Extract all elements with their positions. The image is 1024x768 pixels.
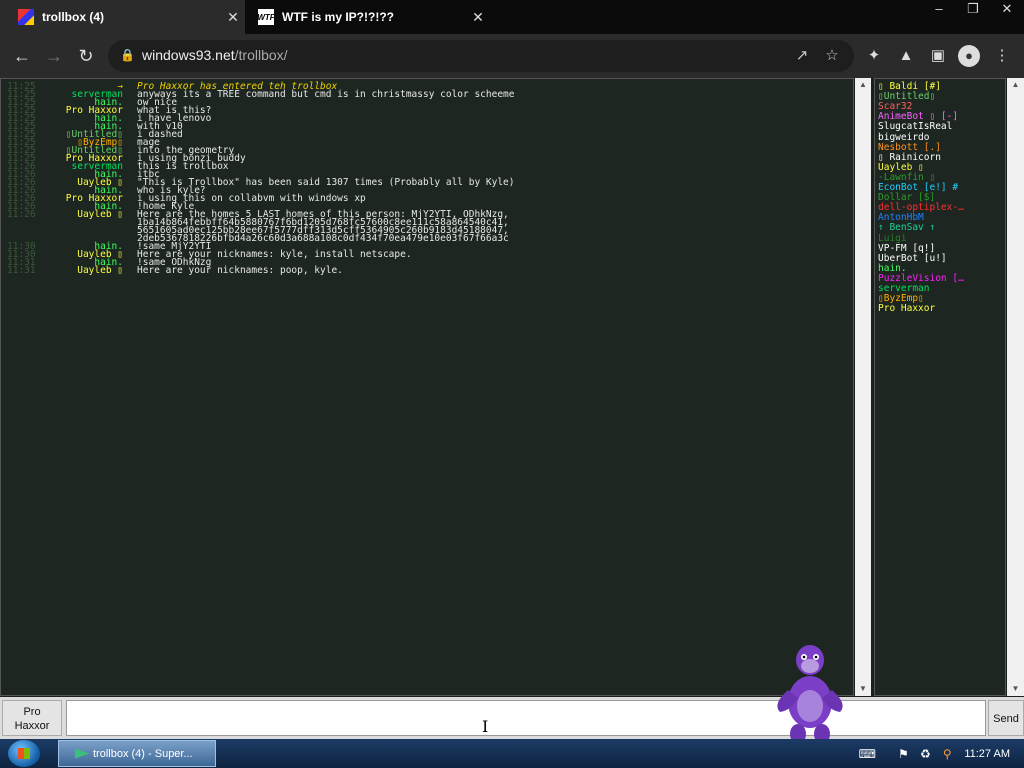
search-icon[interactable]: ⚲ bbox=[938, 745, 956, 763]
url-host: windows93.net bbox=[142, 47, 235, 63]
message-nick[interactable]: Uayleb ▯ bbox=[77, 210, 123, 220]
message-time: 11:31 bbox=[7, 265, 36, 276]
user-list-item[interactable]: Luigi bbox=[878, 233, 907, 244]
minimize-button[interactable]: – bbox=[922, 0, 956, 20]
message-time: 11:26 bbox=[7, 209, 36, 220]
taskbar-item-label: trollbox (4) - Super... bbox=[93, 747, 193, 760]
tab-trollbox[interactable]: trollbox (4) ✕ bbox=[0, 0, 245, 34]
start-button[interactable] bbox=[8, 740, 40, 767]
extensions-icon[interactable]: ✦ bbox=[862, 44, 886, 68]
tab-wtf-is-my-ip[interactable]: WTF WTF is my IP?!?!?? ✕ bbox=[250, 0, 490, 34]
chat-message: 11:30 Uayleb ▯ Here are your nicknames: ky… bbox=[1, 250, 851, 260]
chat-message: 11:30 hain. !same MjY2YTI bbox=[1, 242, 851, 252]
chat-message: 11:25 hain. with v10 bbox=[1, 122, 851, 132]
chat-message: 11:25 hain. i have lenovo bbox=[1, 114, 851, 124]
user-list-item[interactable]: SlugcatIsReal bbox=[878, 122, 952, 132]
share-icon[interactable]: ↗ bbox=[792, 46, 812, 66]
sidepanel-icon[interactable]: ▣ bbox=[926, 44, 950, 68]
reload-icon[interactable]: ↻ bbox=[74, 44, 98, 68]
message-nick[interactable]: Uayleb ▯ bbox=[77, 266, 123, 276]
clock[interactable]: 11:27 AM bbox=[964, 748, 1010, 760]
message-input-row: Pro Haxxor Send bbox=[0, 697, 1024, 739]
chat-message: 11:31 hain. !same ODhkNzg bbox=[1, 258, 851, 268]
users-scrollbar[interactable]: ▲ ▼ bbox=[1007, 78, 1024, 696]
close-icon[interactable]: ✕ bbox=[466, 9, 490, 26]
star-icon[interactable]: ☆ bbox=[822, 46, 842, 66]
text-cursor-icon: I bbox=[482, 717, 489, 736]
close-icon[interactable]: ✕ bbox=[221, 9, 245, 26]
chat-message: 11:25 serverman anyways its a TREE command… bbox=[1, 89, 851, 100]
chat-message: 11:25 ▯Untitled▯ i dashed bbox=[1, 130, 851, 140]
bonzi-buddy-character[interactable] bbox=[768, 636, 852, 748]
chat-message: 11:25 Pro Haxxor i using bonzi buddy bbox=[1, 154, 851, 164]
chat-message: 11:26 Pro Haxxor i using this on collabvm … bbox=[1, 194, 851, 204]
restore-button[interactable]: ❐ bbox=[956, 0, 990, 20]
scroll-down-icon[interactable]: ▼ bbox=[855, 682, 871, 696]
chat-message: 11:25 ▯Untitled▯ into the geometry bbox=[1, 146, 851, 156]
flag-icon[interactable]: ⚑ bbox=[894, 745, 912, 763]
profile-avatar-icon[interactable]: ● bbox=[958, 45, 982, 69]
back-icon[interactable]: ← bbox=[10, 44, 34, 68]
nickname-button[interactable]: Pro Haxxor bbox=[2, 700, 62, 736]
message-text: Here are your nicknames: poop, kyle. bbox=[137, 265, 343, 276]
user-list-item[interactable]: bigweirdo bbox=[878, 132, 929, 143]
chat-message: 11:26 Uayleb ▯ "This is Trollbox" has been… bbox=[1, 178, 851, 188]
system-tray: ⌨ ⚑ ♻ ⚲ 11:27 AM bbox=[856, 739, 1024, 768]
scroll-up-icon[interactable]: ▲ bbox=[1007, 78, 1024, 92]
taskbar: trollbox (4) - Super... ⌨ ⚑ ♻ ⚲ 11:27 AM bbox=[0, 739, 1024, 768]
nickname-line: Haxxor bbox=[14, 720, 50, 732]
app-icon bbox=[75, 748, 89, 759]
tab-label: trollbox (4) bbox=[42, 10, 104, 24]
chat-message: 11:25 Pro Haxxor what is this? bbox=[1, 106, 851, 116]
chat-log[interactable]: 11:25 → Pro Haxxor has entered teh trollbo… bbox=[0, 78, 854, 696]
user-list-item[interactable]: Pro Haxxor bbox=[878, 304, 935, 314]
tab-label: WTF is my IP?!?!?? bbox=[282, 10, 394, 24]
menu-icon[interactable]: ⋮ bbox=[990, 44, 1014, 68]
nickname-line: Pro bbox=[23, 706, 41, 718]
scroll-up-icon[interactable]: ▲ bbox=[855, 78, 871, 92]
close-window-button[interactable]: ✕ bbox=[990, 0, 1024, 20]
scroll-down-icon[interactable]: ▼ bbox=[1007, 682, 1024, 696]
tray-spacer bbox=[880, 745, 890, 763]
browser-tab-strip: trollbox (4) ✕ WTF WTF is my IP?!?!?? ✕ … bbox=[0, 0, 1024, 34]
browser-toolbar: ← → ↻ 🔒 windows93.net/trollbox/ ↗ ☆ ✦ ▲ … bbox=[0, 34, 1024, 78]
forward-icon[interactable]: → bbox=[42, 44, 66, 68]
user-list-item[interactable]: ↑ BenSav ↑ bbox=[878, 223, 935, 233]
lock-icon: 🔒 bbox=[120, 48, 135, 62]
chat-message: 2deb5367818226bfbd4a26c60d3a688a108c0df4… bbox=[1, 234, 851, 244]
url-path: /trollbox/ bbox=[234, 47, 288, 63]
online-users-list: ▯ Baldi [#] ▯Untitled▯ Scar32 AnimeBot ▯ [-… bbox=[874, 78, 1006, 696]
url-text[interactable]: windows93.net/trollbox/ bbox=[142, 47, 288, 63]
send-button[interactable]: Send bbox=[988, 700, 1024, 736]
chat-message: 11:26 serverman this is trollbox bbox=[1, 162, 851, 172]
chat-message: 11:25 hain. ow nice bbox=[1, 98, 851, 108]
trollbox-favicon bbox=[18, 9, 34, 25]
window-controls: – ❐ ✕ bbox=[922, 0, 1024, 20]
chat-message: 11:25 ▯ByzEmp▯ mage bbox=[1, 138, 851, 148]
windows-logo-icon bbox=[18, 748, 30, 759]
chat-scrollbar[interactable]: ▲ ▼ bbox=[855, 78, 871, 696]
network-icon[interactable]: ♻ bbox=[916, 745, 934, 763]
address-bar[interactable]: 🔒 windows93.net/trollbox/ ↗ ☆ bbox=[108, 40, 854, 72]
chat-message: 11:26 hain. who is kyle? bbox=[1, 186, 851, 196]
chat-message: 11:31 Uayleb ▯ Here are your nicknames: po… bbox=[1, 265, 851, 276]
message-text: anyways its a TREE command but cmd is in… bbox=[137, 89, 515, 100]
keyboard-icon[interactable]: ⌨ bbox=[858, 745, 876, 763]
wtf-favicon: WTF bbox=[257, 9, 275, 25]
flask-icon[interactable]: ▲ bbox=[894, 44, 918, 68]
taskbar-item-trollbox[interactable]: trollbox (4) - Super... bbox=[58, 740, 216, 767]
